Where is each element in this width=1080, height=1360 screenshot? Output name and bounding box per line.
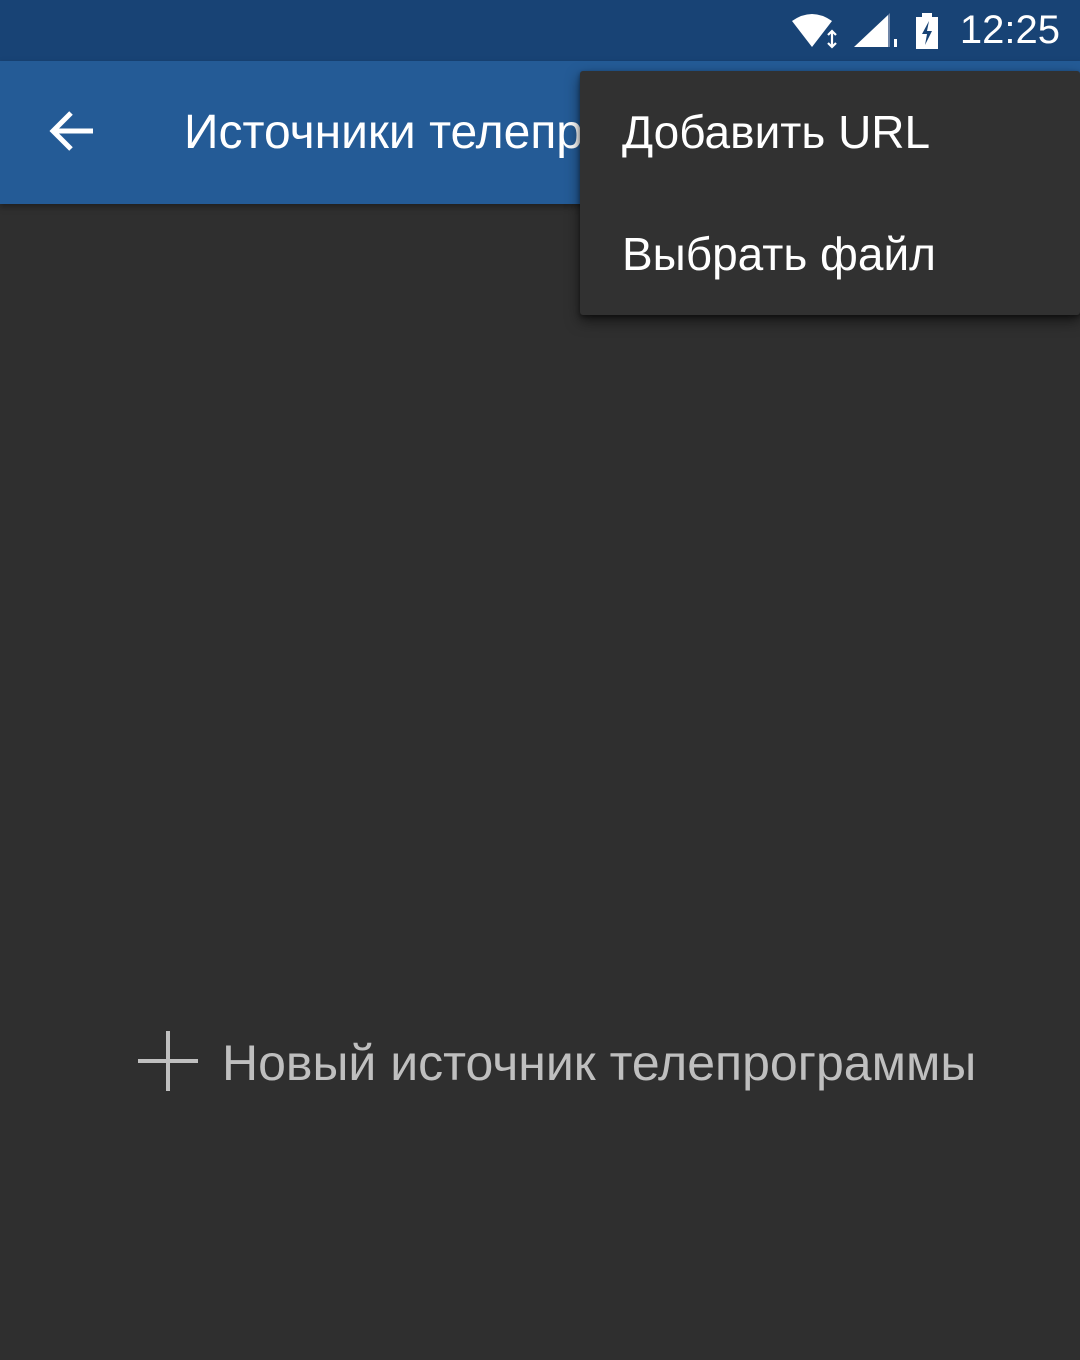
add-source-button[interactable]: Новый источник телепрограммы: [136, 1028, 976, 1098]
status-bar: 12:25: [0, 0, 1080, 61]
cell-signal-icon: [852, 11, 900, 51]
wifi-icon: [790, 11, 838, 51]
arrow-back-icon: [49, 110, 95, 157]
menu-item-choose-file[interactable]: Выбрать файл: [580, 193, 1080, 315]
overflow-menu: Добавить URL Выбрать файл: [580, 71, 1080, 315]
add-source-label: Новый источник телепрограммы: [222, 1035, 977, 1091]
status-icons: 12:25: [790, 0, 1060, 61]
menu-item-add-url[interactable]: Добавить URL: [580, 71, 1080, 193]
plus-icon: [136, 1029, 200, 1098]
page-title: Источники телепрограммы: [184, 106, 580, 159]
battery-charging-icon: [914, 11, 940, 51]
back-button[interactable]: [30, 91, 114, 175]
status-time: 12:25: [959, 8, 1060, 52]
